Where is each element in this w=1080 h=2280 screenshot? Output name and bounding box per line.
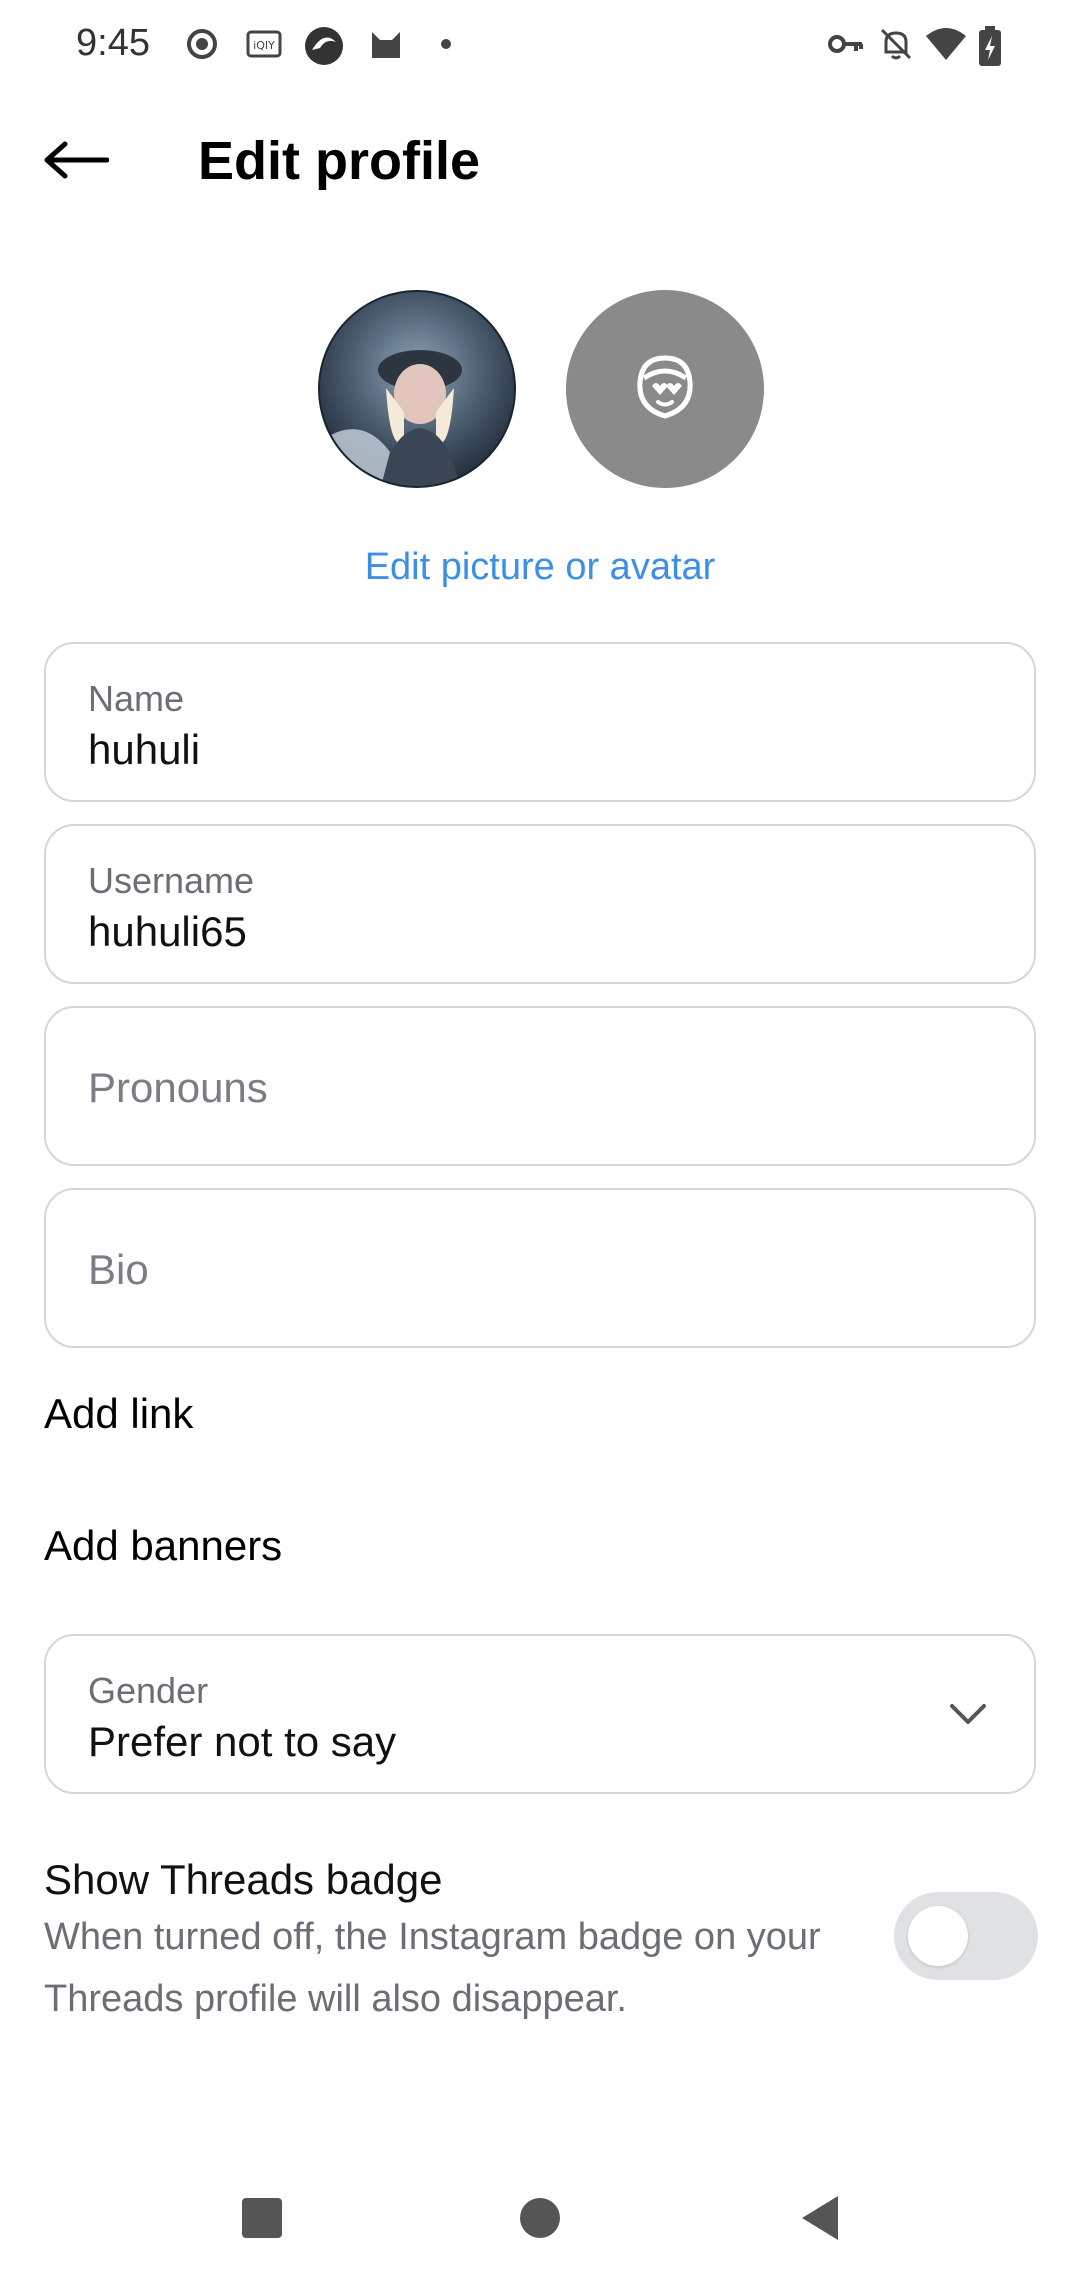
threads-badge-description: When turned off, the Instagram badge on … (44, 1916, 821, 2020)
wifi-icon (924, 24, 966, 64)
name-label: Name (88, 678, 185, 719)
recents-square-icon (240, 2196, 284, 2245)
username-label: Username (88, 860, 255, 901)
bell-off-icon (876, 24, 916, 64)
add-link-button[interactable]: Add link (44, 1390, 193, 1438)
iqiyi-icon: iQIY (244, 24, 284, 64)
status-bar: 9:45 iQIY (0, 0, 1080, 88)
edit-picture-link[interactable]: Edit picture or avatar (0, 546, 1080, 589)
home-button[interactable] (510, 2190, 570, 2250)
pronouns-placeholder: Pronouns (88, 1064, 268, 1111)
threads-badge-toggle[interactable] (894, 1892, 1038, 1980)
profile-photo[interactable] (318, 290, 516, 488)
vpn-key-icon (826, 24, 866, 64)
gender-value: Prefer not to say (88, 1718, 397, 1765)
browser-icon (302, 24, 343, 65)
page-title: Edit profile (198, 131, 480, 191)
username-field[interactable]: Username huhuli65 (44, 824, 1036, 984)
username-value: huhuli65 (88, 908, 247, 955)
battery-charging-icon (976, 24, 1016, 66)
avatar-face-icon (630, 352, 700, 427)
bio-field[interactable]: Bio (44, 1188, 1036, 1348)
dot-icon (432, 24, 472, 64)
svg-text:iQIY: iQIY (253, 39, 275, 52)
status-time: 9:45 (76, 22, 150, 64)
chevron-down-icon (946, 1696, 990, 1732)
gender-select[interactable]: Gender Prefer not to say (44, 1634, 1036, 1794)
recents-button[interactable] (232, 2190, 292, 2250)
home-circle-icon (518, 2196, 562, 2245)
avatar-button[interactable] (566, 290, 764, 488)
back-button[interactable] (36, 126, 116, 198)
arrow-left-icon (43, 140, 110, 185)
add-banners-button[interactable]: Add banners (44, 1522, 282, 1570)
gender-label: Gender (88, 1670, 209, 1711)
bio-placeholder: Bio (88, 1246, 149, 1293)
back-nav-button[interactable] (790, 2190, 850, 2250)
name-value: huhuli (88, 726, 201, 773)
pronouns-field[interactable]: Pronouns (44, 1006, 1036, 1166)
toggle-knob (908, 1906, 968, 1966)
threads-badge-title: Show Threads badge (44, 1856, 443, 1903)
name-field[interactable]: Name huhuli (44, 642, 1036, 802)
record-icon (182, 24, 222, 64)
back-triangle-icon (798, 2194, 842, 2247)
cat-icon (366, 24, 406, 64)
